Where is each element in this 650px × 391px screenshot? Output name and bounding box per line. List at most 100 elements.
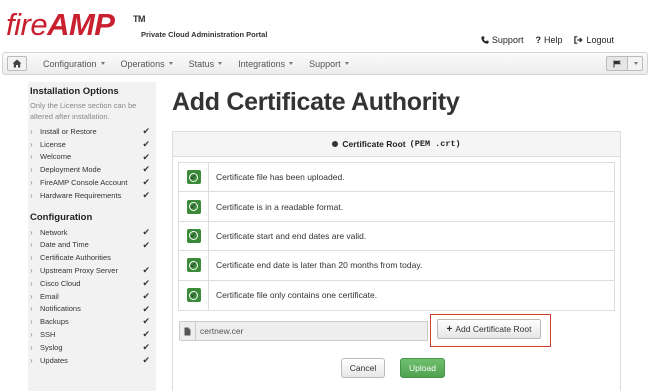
sidebar: Installation Options Only the License se… (28, 82, 156, 391)
add-certificate-root-label: Add Certificate Root (455, 324, 532, 334)
cancel-button[interactable]: Cancel (341, 358, 385, 378)
chevron-right-icon: › (30, 152, 33, 162)
support-link-label: Support (491, 35, 524, 45)
checkmark-icon: ✔ (142, 303, 150, 314)
chevron-right-icon: › (30, 190, 33, 200)
chevron-right-icon: › (30, 355, 33, 365)
logo-fire-text: fire (6, 7, 48, 42)
checkmark-icon: ✔ (142, 126, 150, 136)
sidebar-item-label: Cisco Cloud (40, 278, 81, 288)
fireamp-logo[interactable]: fireAMP TM (6, 5, 146, 45)
add-certificate-root-button[interactable]: + Add Certificate Root (437, 319, 541, 339)
checkmark-icon: ✔ (142, 151, 150, 162)
file-icon (179, 321, 195, 341)
chevron-right-icon: › (30, 227, 33, 237)
nav-configuration-label: Configuration (43, 58, 97, 69)
sidebar-item-network[interactable]: › Network ✔ (30, 226, 154, 239)
installation-options-heading: Installation Options (30, 86, 119, 97)
list-item: ✓ Certificate end date is later than 20 … (179, 251, 614, 281)
installation-options-note: Only the License section can be altered … (30, 101, 137, 121)
panel-heading: Certificate Root (PEM .crt) (173, 132, 620, 157)
check-cell: ✓ (179, 251, 209, 280)
caret-down-icon (344, 62, 349, 65)
sidebar-item-welcome[interactable]: › Welcome ✔ (30, 151, 154, 164)
nav-configuration[interactable]: Configuration (43, 59, 105, 69)
checkmark-icon: ✔ (142, 354, 150, 365)
form-actions: Cancel Upload (341, 358, 445, 378)
chevron-right-icon: › (30, 165, 33, 175)
plus-icon: + (446, 323, 453, 335)
chevron-right-icon: › (30, 139, 33, 149)
checkmark-icon: ✔ (142, 164, 150, 175)
chevron-right-icon: › (30, 253, 33, 263)
checkmark-icon: ✔ (142, 226, 150, 237)
top-links: Support ? Help Logout (481, 35, 614, 45)
nav-support[interactable]: Support (309, 59, 349, 69)
sidebar-item-deployment-mode[interactable]: › Deployment Mode ✔ (30, 163, 154, 176)
main-navbar: Configuration Operations Status Integrat… (2, 52, 648, 75)
home-button[interactable] (7, 56, 27, 71)
nav-integrations[interactable]: Integrations (238, 59, 294, 69)
logout-icon (574, 36, 584, 44)
sidebar-item-label: Date and Time (40, 240, 89, 250)
flag-dropdown-toggle[interactable] (628, 56, 643, 71)
sidebar-item-label: Certificate Authorities (40, 253, 111, 263)
sidebar-item-label: Install or Restore (40, 126, 97, 136)
chevron-right-icon: › (30, 126, 33, 136)
upload-button[interactable]: Upload (400, 358, 445, 378)
sidebar-item-license[interactable]: › License ✔ (30, 138, 154, 151)
sidebar-item-backups[interactable]: › Backups ✔ (30, 315, 154, 328)
sidebar-item-label: Syslog (40, 342, 63, 352)
caret-down-icon (100, 62, 105, 65)
page-title: Add Certificate Authority (172, 88, 460, 116)
chevron-right-icon: › (30, 278, 33, 288)
sidebar-item-date-and-time[interactable]: › Date and Time ✔ (30, 239, 154, 252)
panel-title: Certificate Root (342, 139, 406, 149)
sidebar-item-updates[interactable]: › Updates ✔ (30, 354, 154, 367)
logo-amp-text: AMP (47, 7, 115, 42)
sidebar-item-label: Network (40, 227, 68, 237)
help-link[interactable]: ? Help (535, 35, 562, 45)
check-cell: ✓ (179, 163, 209, 192)
panel-title-format: (PEM .crt) (409, 139, 461, 149)
check-cell: ✓ (179, 280, 209, 310)
caret-down-icon (633, 62, 638, 65)
check-circle-icon: ✓ (186, 228, 201, 243)
sidebar-item-upstream-proxy-server[interactable]: › Upstream Proxy Server ✔ (30, 264, 154, 277)
chevron-right-icon: › (30, 266, 33, 276)
logout-link-label: Logout (586, 35, 614, 45)
sidebar-item-label: Upstream Proxy Server (40, 266, 118, 276)
sidebar-item-label: SSH (40, 330, 56, 340)
question-icon: ? (535, 35, 541, 45)
sidebar-item-certificate-authorities[interactable]: › Certificate Authorities (30, 251, 154, 264)
sidebar-item-label: Backups (40, 317, 69, 327)
flag-button[interactable] (606, 56, 628, 71)
phone-icon (481, 36, 489, 44)
sidebar-item-fireamp-console-account[interactable]: › FireAMP Console Account ✔ (30, 176, 154, 189)
sidebar-item-syslog[interactable]: › Syslog ✔ (30, 341, 154, 354)
check-circle-icon: ✓ (186, 288, 201, 303)
sidebar-item-cisco-cloud[interactable]: › Cisco Cloud ✔ (30, 277, 154, 290)
caret-down-icon (168, 62, 173, 65)
logout-link[interactable]: Logout (574, 35, 614, 45)
chevron-right-icon: › (30, 342, 33, 352)
nav-operations[interactable]: Operations (121, 59, 173, 69)
check-text: Certificate is in a readable format. (216, 201, 344, 212)
nav-status[interactable]: Status (189, 59, 223, 69)
check-circle-icon: ✓ (186, 258, 201, 273)
selected-file-field[interactable]: certnew.cer (195, 321, 428, 341)
checkmark-icon: ✔ (142, 277, 150, 288)
sidebar-item-hardware-requirements[interactable]: › Hardware Requirements ✔ (30, 189, 154, 202)
sidebar-item-install-or-restore[interactable]: › Install or Restore ✔ (30, 125, 154, 138)
support-link[interactable]: Support (481, 35, 524, 45)
notifications-group (606, 56, 643, 71)
chevron-right-icon: › (30, 317, 33, 327)
nav-menu: Configuration Operations Status Integrat… (43, 53, 365, 74)
sidebar-item-email[interactable]: › Email ✔ (30, 290, 154, 303)
sidebar-item-ssh[interactable]: › SSH ✔ (30, 328, 154, 341)
help-link-label: Help (543, 35, 563, 45)
chevron-right-icon: › (30, 178, 33, 188)
list-item: ✓ Certificate start and end dates are va… (179, 221, 614, 252)
sidebar-item-notifications[interactable]: › Notifications ✔ (30, 303, 154, 316)
